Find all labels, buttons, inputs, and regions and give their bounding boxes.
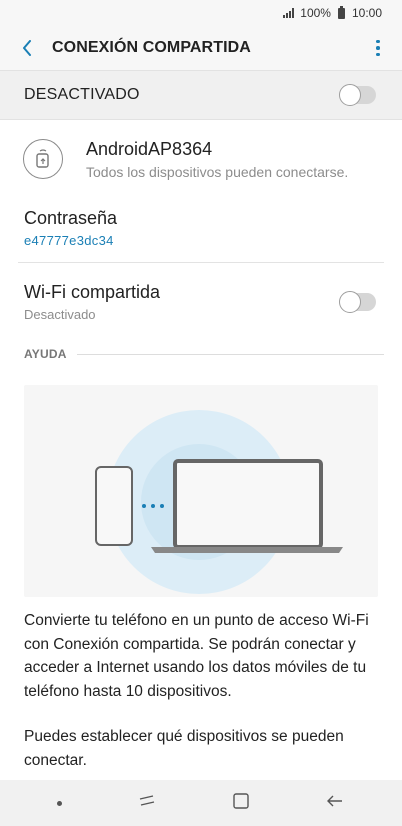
signal-bars-icon [283,8,295,18]
help-section-label: AYUDA [24,347,67,361]
clock: 10:00 [351,6,382,20]
back-icon[interactable] [325,793,345,814]
page-title: CONEXIÓN COMPARTIDA [52,39,251,56]
network-name: AndroidAP8364 [86,138,213,159]
status-bar: 100% 10:00 [0,0,402,26]
home-icon[interactable] [232,792,250,815]
recents-icon[interactable] [137,793,157,814]
help-section-header: AYUDA [0,341,402,367]
help-paragraph-2: Puedes establecer qué dispositivos se pu… [24,728,344,769]
wifi-sharing-row[interactable]: Wi-Fi compartida Desactivado [0,263,402,341]
password-title: Contraseña [24,208,118,228]
battery-icon [337,5,345,19]
wifi-sharing-title: Wi-Fi compartida [24,282,161,302]
section-divider [76,353,384,355]
network-row[interactable]: AndroidAP8364 Todos los dispositivos pue… [0,120,402,188]
hotspot-settings-icon [23,139,63,179]
battery-percent: 100% [300,6,331,20]
wifi-sharing-status: Desactivado [24,307,96,322]
chevron-left-icon[interactable] [16,37,38,59]
phone-laptop-hotspot-illustration [24,385,378,597]
network-subtitle: Todos los dispositivos pueden conectarse… [86,163,349,180]
more-vertical-icon[interactable] [372,39,384,57]
master-toggle-label: DESACTIVADO [24,86,140,103]
master-toggle-row[interactable]: DESACTIVADO [0,70,402,120]
password-value: e47777e3dc34 [24,233,114,248]
help-paragraph-1: Convierte tu teléfono en un punto de acc… [24,612,369,700]
password-row[interactable]: Contraseña e47777e3dc34 [18,188,384,263]
dot-icon [57,800,63,806]
master-switch[interactable] [339,84,376,106]
wifi-sharing-switch[interactable] [339,291,376,313]
app-bar: CONEXIÓN COMPARTIDA [0,26,402,70]
settings-list: AndroidAP8364 Todos los dispositivos pue… [0,120,402,780]
system-nav-bar [0,780,402,826]
help-description: Convierte tu teléfono en un punto de acc… [0,597,402,772]
